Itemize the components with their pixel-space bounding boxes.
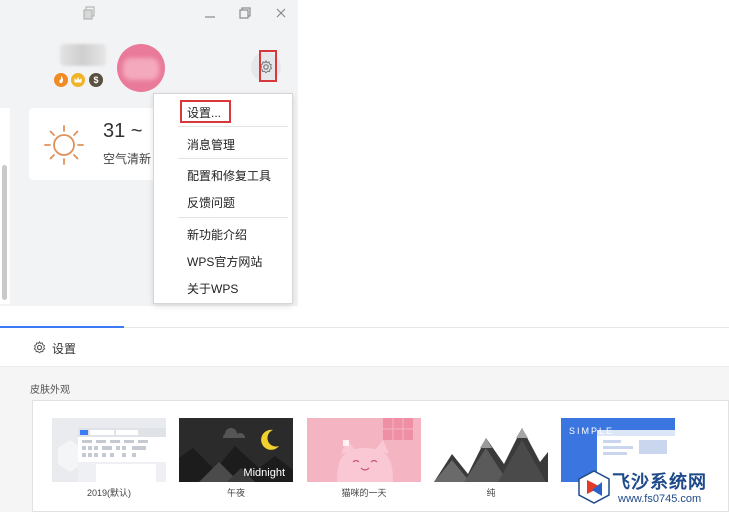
skin-caption-midnight: 午夜	[226, 488, 245, 498]
scrollbar-thumb[interactable]	[2, 165, 7, 300]
settings-dropdown-menu: 设置... 消息管理 配置和修复工具 反馈问题 新功能介绍 WPS官方网站 关于…	[153, 93, 293, 304]
skin-thumb-2019-default[interactable]	[52, 418, 166, 482]
avatar[interactable]	[117, 44, 165, 92]
skin-section-label: 皮肤外观	[30, 385, 70, 396]
skin-thumb-cat-day[interactable]	[307, 418, 421, 482]
weather-card[interactable]: 31 ~ 空气清新	[29, 108, 159, 180]
restore-icon[interactable]	[80, 6, 98, 24]
sun-icon	[44, 125, 84, 165]
settings-title: 设置	[52, 342, 77, 356]
simple-label: SIMPLE	[569, 426, 615, 436]
skin-caption-cat-day: 猫咪的一天	[341, 488, 387, 498]
watermark-logo-icon	[578, 470, 610, 504]
maximize-icon[interactable]	[236, 6, 254, 24]
weather-description: 空气清新	[103, 152, 152, 166]
close-icon[interactable]	[272, 6, 290, 24]
menu-item-feedback[interactable]: 反馈问题	[187, 194, 235, 211]
settings-button-highlight	[259, 50, 277, 82]
menu-item-repair-tool[interactable]: 配置和修复工具	[187, 167, 271, 184]
flame-icon	[54, 73, 68, 87]
skin-caption-pure: 纯	[486, 488, 496, 498]
menu-item-about[interactable]: 关于WPS	[187, 280, 238, 297]
minimize-icon[interactable]	[201, 6, 219, 24]
menu-item-official-website[interactable]: WPS官方网站	[187, 253, 262, 270]
menu-divider	[178, 158, 288, 159]
settings-header	[0, 328, 729, 367]
site-watermark: 飞沙系统网 www.fs0745.com	[572, 464, 729, 512]
menu-item-settings[interactable]: 设置...	[187, 104, 221, 121]
gear-icon	[33, 341, 46, 354]
menu-item-message-management[interactable]: 消息管理	[187, 136, 235, 153]
midnight-label: Midnight	[243, 467, 285, 479]
settings-gear-button[interactable]	[249, 50, 283, 82]
skin-caption-2019: 2019(默认)	[86, 488, 132, 498]
skin-thumb-midnight[interactable]: Midnight	[179, 418, 293, 482]
menu-divider	[178, 217, 288, 218]
menu-item-new-features[interactable]: 新功能介绍	[187, 226, 247, 243]
watermark-url: www.fs0745.com	[618, 493, 702, 505]
wps-account-panel: $ 31 ~ 空气清新 设置... 消息管理 配置和修复工具 反馈问题 新功能介…	[0, 0, 298, 306]
menu-divider	[178, 126, 288, 127]
dollar-icon: $	[89, 73, 103, 87]
weather-temperature: 31 ~	[103, 120, 143, 142]
crown-icon	[71, 73, 85, 87]
skin-thumb-pure[interactable]	[434, 418, 548, 482]
window-controls	[0, 6, 298, 26]
watermark-title: 飞沙系统网	[612, 472, 707, 492]
username-blurred	[60, 44, 106, 66]
